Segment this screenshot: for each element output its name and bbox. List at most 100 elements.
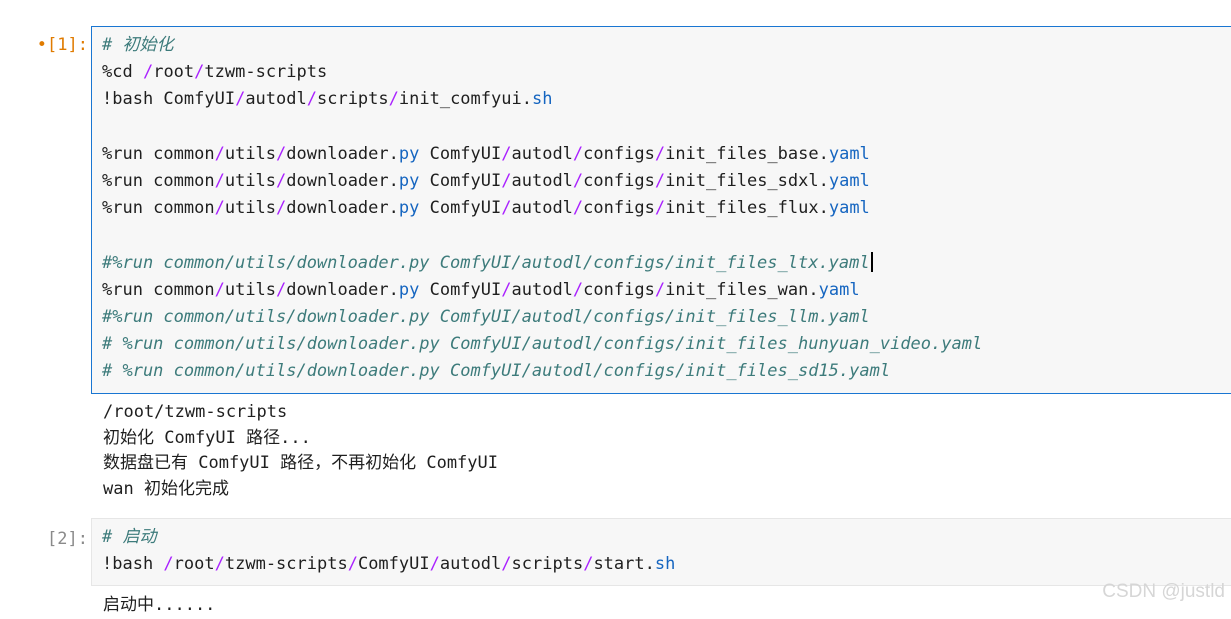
path-separator: / <box>276 170 287 191</box>
code-line: !bash /root/tzwm-scripts/ComfyUI/autodl/… <box>102 551 1231 578</box>
watermark: CSDN @justld <box>1102 581 1225 602</box>
path-separator: / <box>501 554 512 575</box>
code-token: utils <box>224 279 277 300</box>
modified-dot-icon: • <box>36 35 48 55</box>
path-separator: / <box>501 143 512 164</box>
path-separator: / <box>654 198 666 219</box>
code-token: ComfyUI <box>357 554 430 575</box>
code-line: %run common/utils/downloader.py ComfyUI/… <box>102 277 1231 304</box>
code-token: %run common <box>102 143 215 164</box>
path-separator: / <box>572 143 584 164</box>
output-line: /root/tzwm-scripts <box>103 402 288 422</box>
cell-2-code-editor[interactable]: # 启动 !bash /root/tzwm-scripts/ComfyUI/aut… <box>91 518 1231 586</box>
code-token: downloader. <box>286 279 399 300</box>
file-extension: yaml <box>828 143 870 164</box>
cell-2-output: 启动中...... <box>103 593 215 619</box>
code-token: scripts <box>511 554 584 575</box>
code-token: init_files_flux. <box>665 198 829 219</box>
code-line: %run common/utils/downloader.py ComfyUI/… <box>102 168 1231 195</box>
comment-text: #%run common/utils/downloader.py ComfyUI… <box>102 306 870 327</box>
path-separator: / <box>654 143 666 164</box>
code-token: init_files_wan. <box>665 279 819 300</box>
code-token: downloader. <box>286 198 399 219</box>
path-separator: / <box>583 554 594 575</box>
code-token: tzwm-scripts <box>224 554 348 575</box>
comment-line: # 启动 <box>102 524 1231 551</box>
code-token: init_files_base. <box>665 143 829 164</box>
cell-1-prompt-label: [1]: <box>47 35 88 55</box>
code-token: ComfyUI <box>419 170 502 191</box>
comment-line: #%run common/utils/downloader.py ComfyUI… <box>102 250 1231 277</box>
comment-text: #%run common/utils/downloader.py ComfyUI… <box>102 252 870 273</box>
path-separator: / <box>214 279 225 300</box>
code-line: !bash ComfyUI/autodl/scripts/init_comfyu… <box>102 86 1231 113</box>
path-separator: / <box>276 143 287 164</box>
code-token: utils <box>224 170 277 191</box>
code-token: %cd <box>102 62 143 83</box>
code-line: %cd /root/tzwm-scripts <box>102 59 1231 86</box>
code-token: ComfyUI <box>419 279 502 300</box>
path-separator: / <box>306 89 317 110</box>
code-token: root <box>173 554 215 575</box>
output-line: 数据盘已有 ComfyUI 路径，不再初始化 ComfyUI <box>103 453 498 473</box>
code-token: %run common <box>102 198 215 219</box>
code-token: init_comfyui. <box>398 89 532 110</box>
comment-text: # %run common/utils/downloader.py ComfyU… <box>102 361 891 382</box>
path-separator: / <box>572 170 584 191</box>
path-separator: / <box>347 554 358 575</box>
code-line: %run common/utils/downloader.py ComfyUI/… <box>102 195 1231 222</box>
path-separator: / <box>235 89 246 110</box>
code-token: downloader. <box>286 170 399 191</box>
comment-text: # 初始化 <box>102 35 174 55</box>
code-token: downloader. <box>286 143 399 164</box>
code-token: init_files_sdxl. <box>665 170 829 191</box>
comment-text: # %run common/utils/downloader.py ComfyU… <box>102 334 983 355</box>
file-extension: yaml <box>828 170 870 191</box>
path-separator: / <box>429 554 440 575</box>
path-separator: / <box>214 170 225 191</box>
file-extension: py <box>398 279 420 300</box>
path-separator: / <box>214 198 225 219</box>
comment-line: # %run common/utils/downloader.py ComfyU… <box>102 331 1231 358</box>
cell-1-prompt: •[1]: <box>0 32 88 59</box>
code-token: utils <box>224 198 277 219</box>
output-line: 初始化 ComfyUI 路径... <box>103 427 311 448</box>
path-separator: / <box>572 198 584 219</box>
path-separator: / <box>501 170 512 191</box>
code-token: ComfyUI <box>419 143 502 164</box>
cell-1-output: /root/tzwm-scripts 初始化 ComfyUI 路径... 数据盘已有… <box>103 400 498 502</box>
path-separator: / <box>142 62 154 83</box>
code-line: %run common/utils/downloader.py ComfyUI/… <box>102 141 1231 168</box>
path-separator: / <box>501 279 512 300</box>
comment-line: # 初始化 <box>102 32 1231 59</box>
comment-line: #%run common/utils/downloader.py ComfyUI… <box>102 304 1231 331</box>
cell-1-code-editor[interactable]: # 初始化 %cd /root/tzwm-scripts !bash ComfyUI… <box>91 26 1231 394</box>
path-separator: / <box>276 279 287 300</box>
code-token: ComfyUI <box>419 198 502 219</box>
code-token: root <box>153 62 195 83</box>
code-token: autodl <box>511 170 573 191</box>
file-extension: yaml <box>828 198 870 219</box>
code-token: scripts <box>316 89 389 110</box>
file-extension: sh <box>531 89 553 110</box>
path-separator: / <box>163 554 174 575</box>
path-separator: / <box>276 198 287 219</box>
path-separator: / <box>654 170 666 191</box>
path-separator: / <box>654 279 666 300</box>
file-extension: py <box>398 198 420 219</box>
path-separator: / <box>501 198 512 219</box>
cell-2-prompt: [2]: <box>47 529 88 549</box>
output-line: wan 初始化完成 <box>103 478 229 499</box>
code-token: !bash ComfyUI <box>102 89 236 110</box>
file-extension: yaml <box>818 279 860 300</box>
path-separator: / <box>388 89 399 110</box>
code-token: autodl <box>511 143 573 164</box>
file-extension: sh <box>654 554 676 575</box>
code-token: %run common <box>102 279 215 300</box>
path-separator: / <box>194 62 205 83</box>
path-separator: / <box>214 143 225 164</box>
file-extension: py <box>398 170 420 191</box>
code-token: configs <box>583 279 655 300</box>
code-token: autodl <box>511 198 573 219</box>
